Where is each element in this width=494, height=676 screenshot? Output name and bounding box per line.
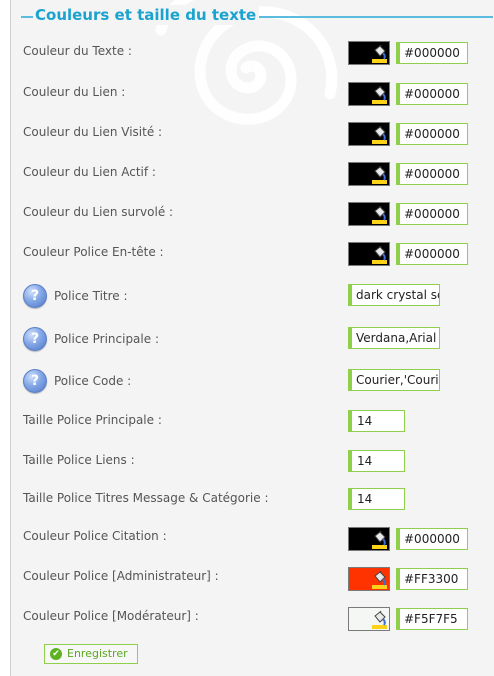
field-label: Couleur du Texte : [23, 44, 132, 58]
color-hex-input[interactable]: #000000 [396, 42, 468, 64]
field-label: Couleur du Lien : [23, 85, 126, 99]
help-icon[interactable]: ? [23, 369, 47, 393]
field-label: Couleur du Lien survolé : [23, 205, 174, 219]
field-label: Police Titre : [54, 289, 128, 303]
field-label: Police Principale : [54, 332, 159, 346]
section-title: Couleurs et taille du texte [33, 5, 260, 25]
color-hex-input[interactable]: #000000 [396, 203, 468, 225]
font-size-input[interactable]: 14 [348, 410, 405, 432]
paint-bucket-icon [372, 126, 387, 144]
color-hex-input[interactable]: #FF3300 [396, 568, 468, 590]
color-hex-input[interactable]: #F5F7F5 [396, 608, 468, 630]
help-icon[interactable]: ? [23, 284, 47, 308]
field-label: Couleur Police Citation : [23, 529, 167, 543]
color-picker-swatch[interactable] [348, 607, 390, 631]
font-size-input[interactable]: 14 [348, 488, 405, 510]
color-picker-swatch[interactable] [348, 122, 390, 146]
paint-bucket-icon [372, 206, 387, 224]
paint-bucket-icon [372, 86, 387, 104]
field-label: Couleur du Lien Actif : [23, 165, 156, 179]
field-label: Taille Police Liens : [23, 453, 135, 467]
save-button[interactable]: ✔ Enregistrer [44, 644, 138, 664]
paint-bucket-icon [372, 246, 387, 264]
font-size-input[interactable]: 14 [348, 450, 405, 472]
font-family-input[interactable]: Verdana,Arial [348, 327, 440, 349]
color-hex-input[interactable]: #000000 [396, 83, 468, 105]
color-picker-swatch[interactable] [348, 202, 390, 226]
font-family-input[interactable]: Courier,'Courier New' [348, 369, 440, 391]
color-hex-input[interactable]: #000000 [396, 163, 468, 185]
paint-bucket-icon [372, 45, 387, 63]
color-hex-input[interactable]: #000000 [396, 243, 468, 265]
field-label: Couleur Police [Modérateur] : [23, 609, 199, 623]
field-label: Taille Police Titres Message & Catégorie… [23, 491, 269, 505]
paint-bucket-icon [372, 531, 387, 549]
field-label: Taille Police Principale : [23, 413, 162, 427]
check-circle-icon: ✔ [50, 648, 62, 660]
paint-bucket-icon [372, 166, 387, 184]
field-label: Couleur du Lien Visité : [23, 125, 163, 139]
field-label: Couleur Police [Administrateur] : [23, 569, 219, 583]
color-picker-swatch[interactable] [348, 567, 390, 591]
field-label: Police Code : [54, 374, 132, 388]
paint-bucket-icon [372, 611, 387, 629]
paint-bucket-icon [372, 571, 387, 589]
color-picker-swatch[interactable] [348, 242, 390, 266]
color-hex-input[interactable]: #000000 [396, 528, 468, 550]
color-picker-swatch[interactable] [348, 162, 390, 186]
font-family-input[interactable]: dark crystal script [348, 284, 440, 306]
color-picker-swatch[interactable] [348, 527, 390, 551]
color-picker-swatch[interactable] [348, 41, 390, 65]
save-button-label: Enregistrer [67, 647, 128, 660]
field-label: Couleur Police En-tête : [23, 245, 164, 259]
color-picker-swatch[interactable] [348, 82, 390, 106]
help-icon[interactable]: ? [23, 327, 47, 351]
color-hex-input[interactable]: #000000 [396, 123, 468, 145]
